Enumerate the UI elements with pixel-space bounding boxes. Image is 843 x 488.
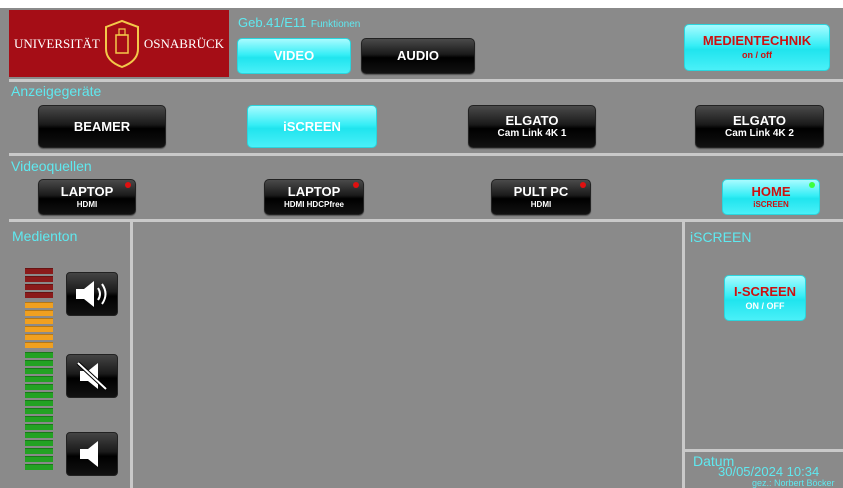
pult-pc-button[interactable]: PULT PC HDMI: [491, 179, 591, 215]
meter-segment: [25, 334, 53, 340]
meter-segment: [25, 360, 53, 366]
elgato-2-label: ELGATO: [733, 113, 786, 128]
audio-level-meter: [25, 268, 53, 474]
meter-segment: [25, 284, 53, 290]
iscreen-section-label: iSCREEN: [690, 229, 752, 245]
meter-segment: [25, 408, 53, 414]
elgato-2-button[interactable]: ELGATO Cam Link 4K 2: [695, 105, 824, 148]
elgato-1-label: ELGATO: [505, 113, 559, 128]
meter-segment: [25, 326, 53, 332]
meter-segment: [25, 352, 53, 358]
meter-segment: [25, 424, 53, 430]
meter-segment: [25, 400, 53, 406]
meter-segment: [25, 384, 53, 390]
elgato-2-sub-label: Cam Link 4K 2: [725, 128, 794, 139]
medientechnik-label: MEDIENTECHNIK: [702, 33, 812, 48]
beamer-label: BEAMER: [73, 118, 131, 134]
volume-up-icon: [76, 281, 107, 307]
laptop-hdcpfree-status-dot: [353, 182, 359, 188]
meter-segment: [25, 416, 53, 422]
separator-2: [9, 153, 843, 156]
video-tab-label: VIDEO: [273, 48, 315, 63]
meter-segment: [25, 276, 53, 282]
mute-button[interactable]: [66, 354, 118, 398]
laptop-hdcpfree-sub-label: HDMI HDCPfree: [283, 199, 344, 209]
laptop-hdcpfree-button[interactable]: LAPTOP HDMI HDCPfree: [264, 179, 364, 215]
laptop-hdmi-label: LAPTOP: [60, 183, 114, 199]
university-logo: UNIVERSITÄT OSNABRÜCK: [9, 10, 229, 77]
logo-text-left: UNIVERSITÄT: [13, 35, 100, 51]
meter-segment: [25, 464, 53, 470]
home-iscreen-label: HOME: [751, 183, 791, 199]
home-iscreen-sub-label: iSCREEN: [753, 199, 789, 209]
audio-tab-label: AUDIO: [397, 48, 439, 63]
iscreen-display-label: iSCREEN: [283, 118, 341, 134]
meter-segment: [25, 268, 53, 274]
meter-segment: [25, 292, 53, 298]
separator-vertical-left: [130, 222, 133, 488]
meter-segment: [25, 376, 53, 382]
medienton-section-label: Medienton: [12, 228, 78, 244]
beamer-button[interactable]: BEAMER: [38, 105, 166, 148]
anzeige-section-label: Anzeigegeräte: [11, 83, 102, 99]
video-tab-button[interactable]: VIDEO: [237, 38, 351, 74]
author-credit: gez.: Norbert Böcker: [752, 478, 835, 488]
audio-tab-button[interactable]: AUDIO: [361, 38, 475, 74]
separator-1: [9, 79, 843, 82]
medientechnik-toggle-button[interactable]: MEDIENTECHNIK on / off: [684, 24, 830, 71]
pult-pc-sub-label: HDMI: [530, 199, 552, 209]
volume-down-button[interactable]: [66, 432, 118, 476]
medientechnik-sub-label: on / off: [742, 50, 772, 60]
iscreen-power-sub-label: ON / OFF: [745, 300, 785, 311]
separator-3: [9, 219, 843, 222]
iscreen-power-button[interactable]: I-SCREEN ON / OFF: [724, 275, 806, 321]
meter-segment: [25, 432, 53, 438]
pult-pc-status-dot: [580, 182, 586, 188]
meter-segment: [25, 368, 53, 374]
home-iscreen-status-dot: [809, 182, 815, 188]
datum-value: 30/05/2024 10:34: [718, 464, 820, 479]
meter-segment: [25, 440, 53, 446]
iscreen-display-button[interactable]: iSCREEN: [247, 105, 377, 148]
laptop-hdcpfree-label: LAPTOP: [287, 183, 341, 199]
separator-datum: [685, 449, 843, 452]
elgato-1-button[interactable]: ELGATO Cam Link 4K 1: [468, 105, 596, 148]
logo-text-right: OSNABRÜCK: [143, 35, 225, 51]
page-subtitle: Funktionen: [310, 19, 361, 30]
meter-segment: [25, 342, 53, 348]
videoquellen-section-label: Videoquellen: [11, 158, 92, 174]
university-crest-icon: [104, 19, 139, 68]
meter-segment: [25, 448, 53, 454]
volume-up-button[interactable]: [66, 272, 118, 316]
volume-down-icon: [80, 441, 98, 467]
laptop-hdmi-button[interactable]: LAPTOP HDMI: [38, 179, 136, 215]
meter-segment: [25, 318, 53, 324]
header-title-row: Geb.41/E11 Funktionen: [238, 14, 360, 32]
meter-segment: [25, 310, 53, 316]
elgato-1-sub-label: Cam Link 4K 1: [497, 128, 567, 139]
laptop-hdmi-status-dot: [125, 182, 131, 188]
home-iscreen-button[interactable]: HOME iSCREEN: [722, 179, 820, 215]
mute-icon: [76, 361, 108, 391]
laptop-hdmi-sub-label: HDMI: [76, 199, 98, 209]
meter-segment: [25, 392, 53, 398]
page-title: Geb.41/E11: [238, 15, 307, 30]
top-border: [0, 0, 843, 8]
iscreen-power-label: I-SCREEN: [733, 283, 797, 299]
pult-pc-label: PULT PC: [513, 183, 569, 199]
meter-segment: [25, 302, 53, 308]
meter-segment: [25, 456, 53, 462]
